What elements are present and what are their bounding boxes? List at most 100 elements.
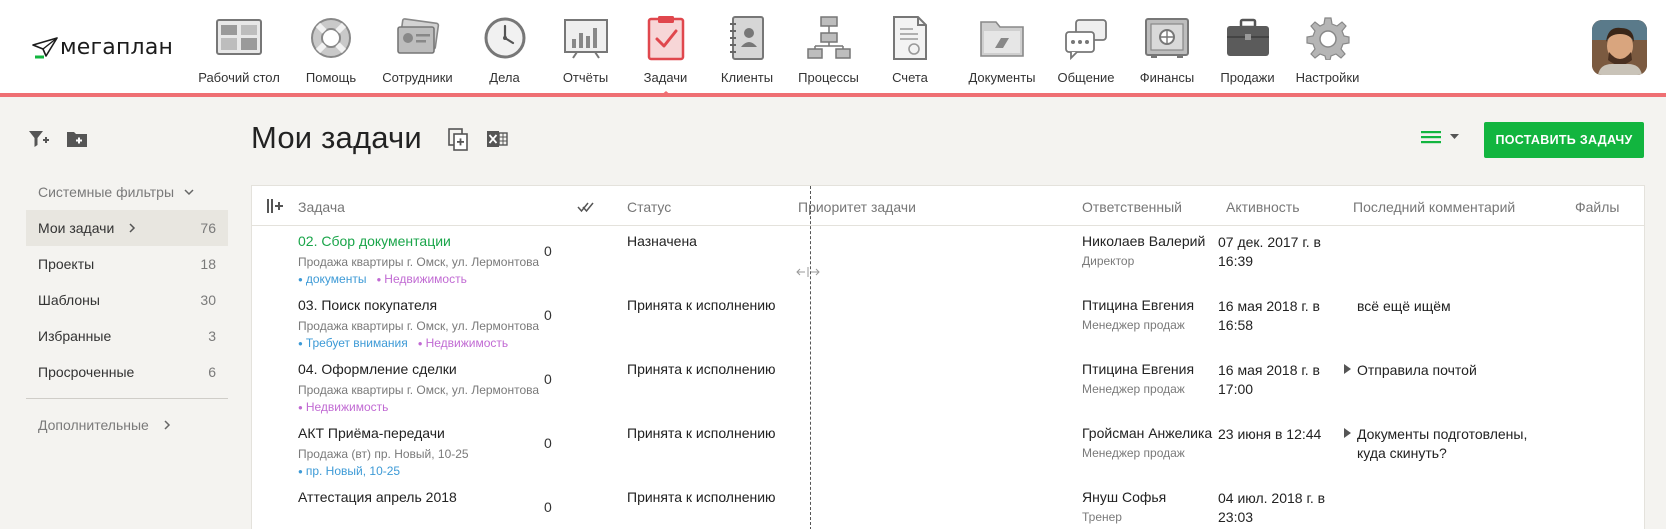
column-settings-icon[interactable] bbox=[267, 199, 283, 213]
add-filter-icon[interactable] bbox=[28, 129, 50, 149]
last-comment[interactable]: Отправила почтой bbox=[1344, 361, 1544, 381]
sidebar-filter-item[interactable]: Просроченные 6 bbox=[26, 354, 228, 390]
nav-label: Финансы bbox=[1139, 70, 1195, 85]
responsible-name[interactable]: Януш Софья bbox=[1082, 489, 1214, 505]
header-activity[interactable]: Активность bbox=[1226, 199, 1300, 215]
task-tag[interactable]: Недвижимость bbox=[376, 272, 467, 286]
clock-icon bbox=[481, 14, 529, 62]
nav-item-12[interactable]: Финансы bbox=[1119, 0, 1215, 93]
nav-item-13[interactable]: Продажи bbox=[1215, 0, 1280, 93]
report-chart-icon bbox=[562, 14, 610, 62]
nav-item-8[interactable]: Процессы bbox=[788, 0, 869, 93]
sidebar-filter-item[interactable]: Избранные 3 bbox=[26, 318, 228, 354]
system-filters-toggle[interactable]: Системные фильтры bbox=[26, 180, 228, 204]
responsible-name[interactable]: Птицина Евгения bbox=[1082, 297, 1214, 313]
nav-item-3[interactable]: Сотрудники bbox=[372, 0, 463, 93]
additional-filters-toggle[interactable]: Дополнительные bbox=[26, 413, 228, 437]
task-project: Продажа квартиры г. Омск, ул. Лермонтова bbox=[298, 319, 540, 333]
sidebar-toolbar bbox=[28, 128, 228, 150]
header-priority[interactable]: Приоритет задачи bbox=[798, 199, 916, 215]
nav-item-1[interactable]: Рабочий стол bbox=[198, 0, 280, 93]
table-row[interactable]: АКТ Приёма-передачи Продажа (вт) пр. Новы… bbox=[252, 418, 1644, 482]
table-row[interactable]: 02. Сбор документации Продажа квартиры г.… bbox=[252, 226, 1644, 290]
paper-plane-logo-icon bbox=[32, 37, 58, 59]
nav-item-6[interactable]: Задачи bbox=[625, 0, 706, 97]
task-tag[interactable]: документы bbox=[298, 272, 367, 286]
task-project: Продажа (вт) пр. Новый, 10-25 bbox=[298, 447, 469, 461]
header-responsible[interactable]: Ответственный bbox=[1082, 199, 1182, 215]
user-avatar[interactable] bbox=[1592, 20, 1647, 75]
sidebar-filter-label: Шаблоны bbox=[38, 292, 100, 308]
last-comment[interactable]: Документы подготовлены, куда скинуть? bbox=[1344, 425, 1544, 463]
additional-filters-label: Дополнительные bbox=[38, 417, 149, 433]
task-status: Принята к исполнению bbox=[627, 297, 776, 313]
chevron-right-icon bbox=[129, 223, 136, 233]
expand-comment-icon bbox=[1344, 361, 1357, 381]
sidebar-filter-item[interactable]: Мои задачи 76 bbox=[26, 210, 228, 246]
expand-comment-icon bbox=[1344, 425, 1357, 463]
task-tag[interactable]: Недвижимость bbox=[418, 336, 509, 350]
excel-export-icon[interactable] bbox=[486, 128, 508, 150]
task-tag[interactable]: Недвижимость bbox=[298, 400, 389, 414]
invoice-icon bbox=[886, 14, 934, 62]
nav-item-9[interactable]: Счета bbox=[869, 0, 951, 93]
column-resize-icon[interactable] bbox=[796, 266, 820, 278]
nav-item-10[interactable]: Документы bbox=[951, 0, 1053, 93]
table-row[interactable]: 04. Оформление сделки Продажа квартиры г.… bbox=[252, 354, 1644, 418]
main-nav: Рабочий стол Помощь Сотрудники Дела Отчёты За… bbox=[198, 0, 1375, 97]
sidebar-filter-item[interactable]: Проекты 18 bbox=[26, 246, 228, 282]
nav-item-7[interactable]: Клиенты bbox=[706, 0, 788, 93]
nav-item-5[interactable]: Отчёты bbox=[546, 0, 625, 93]
header-last-comment[interactable]: Последний комментарий bbox=[1353, 199, 1515, 215]
sidebar-filter-count: 76 bbox=[200, 220, 216, 236]
task-tags: пр. Новый, 10-25 bbox=[298, 464, 400, 478]
header-files[interactable]: Файлы bbox=[1575, 199, 1619, 215]
task-title-link[interactable]: 03. Поиск покупателя bbox=[298, 297, 437, 313]
task-tag[interactable]: пр. Новый, 10-25 bbox=[298, 464, 400, 478]
megaplan-logo[interactable]: мегаплан bbox=[32, 32, 173, 62]
double-check-icon[interactable] bbox=[577, 201, 595, 213]
view-mode-toggle[interactable] bbox=[1421, 130, 1459, 144]
lifebuoy-icon bbox=[307, 14, 355, 62]
task-title-link[interactable]: АКТ Приёма-передачи bbox=[298, 425, 445, 441]
table-row[interactable]: Аттестация апрель 2018 0 Принята к исполне… bbox=[252, 482, 1644, 529]
tasks-table: Задача Статус Приоритет задачи Ответстве… bbox=[251, 185, 1645, 529]
create-task-button[interactable]: ПОСТАВИТЬ ЗАДАЧУ bbox=[1484, 122, 1644, 158]
subtask-count: 0 bbox=[544, 243, 552, 259]
header-task[interactable]: Задача bbox=[298, 199, 345, 215]
subtask-count: 0 bbox=[544, 307, 552, 323]
column-resize-guide[interactable] bbox=[810, 186, 811, 529]
sidebar-filter-name: Мои задачи bbox=[38, 220, 136, 236]
responsible-name[interactable]: Птицина Евгения bbox=[1082, 361, 1214, 377]
nav-item-11[interactable]: Общение bbox=[1053, 0, 1119, 93]
add-folder-icon[interactable] bbox=[66, 130, 88, 148]
table-row[interactable]: 03. Поиск покупателя Продажа квартиры г. … bbox=[252, 290, 1644, 354]
responsible-name[interactable]: Гройсман Анжелика bbox=[1082, 425, 1214, 441]
nav-label: Процессы bbox=[798, 70, 859, 85]
task-tag[interactable]: Требует внимания bbox=[298, 336, 408, 350]
task-title-link[interactable]: 04. Оформление сделки bbox=[298, 361, 457, 377]
last-comment[interactable]: всё ещё ищём bbox=[1344, 297, 1544, 316]
logo-text: мегаплан bbox=[60, 34, 174, 60]
folder-icon bbox=[978, 14, 1026, 62]
chevron-right-icon bbox=[164, 420, 170, 430]
title-toolbar bbox=[448, 128, 508, 152]
nav-item-4[interactable]: Дела bbox=[463, 0, 546, 93]
comment-text: Документы подготовлены, куда скинуть? bbox=[1357, 426, 1528, 461]
last-activity: 04 июл. 2018 г. в 23:03 bbox=[1218, 490, 1326, 525]
sidebar-filter-item[interactable]: Шаблоны 30 bbox=[26, 282, 228, 318]
responsible-name[interactable]: Николаев Валерий bbox=[1082, 233, 1214, 249]
user-photo bbox=[1592, 20, 1647, 75]
sidebar-filter-label: Избранные bbox=[38, 328, 112, 344]
copy-add-icon[interactable] bbox=[448, 128, 470, 152]
sidebar-filter-label: Мои задачи bbox=[38, 220, 115, 236]
header-status[interactable]: Статус bbox=[627, 199, 671, 215]
nav-item-2[interactable]: Помощь bbox=[290, 0, 372, 93]
task-title-link[interactable]: 02. Сбор документации bbox=[298, 233, 451, 249]
sidebar-filter-count: 18 bbox=[200, 256, 216, 272]
task-title-link[interactable]: Аттестация апрель 2018 bbox=[298, 489, 457, 505]
nav-label: Дела bbox=[489, 70, 520, 85]
nav-item-14[interactable]: Настройки bbox=[1280, 0, 1375, 93]
nav-label: Документы bbox=[968, 70, 1036, 85]
nav-label: Задачи bbox=[643, 70, 688, 85]
